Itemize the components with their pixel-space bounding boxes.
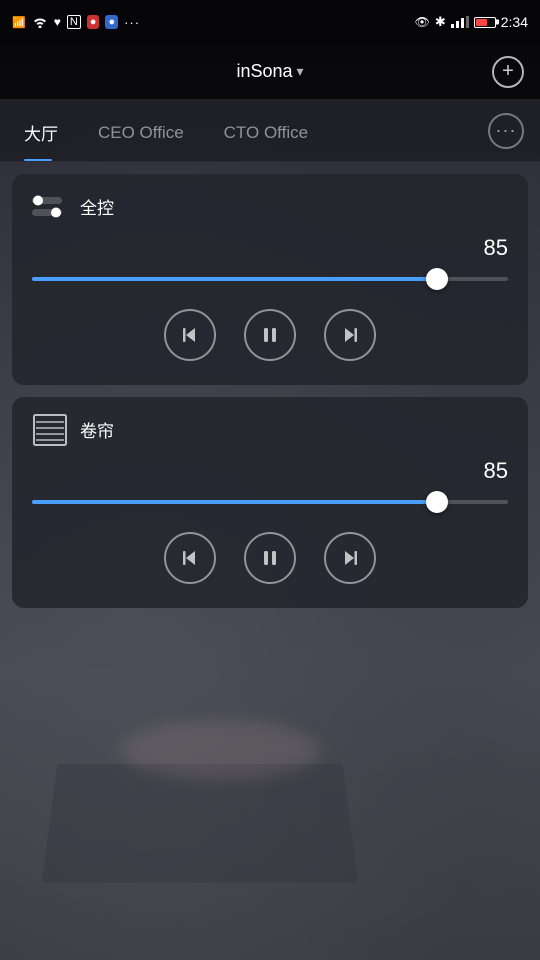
signal-icon xyxy=(451,16,469,28)
status-bar: 📶 ♥ N ● ● ··· 👁 ✱ 2:34 xyxy=(0,0,540,44)
pause-button-1[interactable] xyxy=(244,309,296,361)
notification-icon: N xyxy=(67,15,81,29)
next-button-2[interactable] xyxy=(324,532,376,584)
tab-ceo-office[interactable]: CEO Office xyxy=(78,103,204,159)
juan-lian-transport xyxy=(32,532,508,584)
tab-cto-office[interactable]: CTO Office xyxy=(204,103,328,159)
tab-da-ting[interactable]: 大厅 xyxy=(16,100,78,161)
battery-icon xyxy=(474,17,496,28)
more-dots-icon: ··· xyxy=(124,15,140,30)
juan-lian-value: 85 xyxy=(32,458,508,484)
status-right-icons: 👁 ✱ 2:34 xyxy=(415,14,528,30)
quan-kong-transport xyxy=(32,309,508,361)
prev-button-1[interactable] xyxy=(164,309,216,361)
card-header-2: 卷帘 xyxy=(32,417,508,442)
cards-container: 全控 85 xyxy=(0,162,540,620)
slider-thumb-2[interactable] xyxy=(426,491,448,513)
main-content: 大厅 CEO Office CTO Office ··· 全控 xyxy=(0,100,540,620)
nav-title[interactable]: inSona ▾ xyxy=(236,61,303,82)
quan-kong-icon xyxy=(32,195,68,219)
juan-lian-icon xyxy=(32,418,68,442)
slider-thumb-1[interactable] xyxy=(426,268,448,290)
app2-icon: ● xyxy=(105,15,118,29)
quan-kong-slider[interactable] xyxy=(32,269,508,289)
quan-kong-title: 全控 xyxy=(80,194,114,219)
juan-lian-card: 卷帘 85 xyxy=(12,397,528,608)
bluetooth-icon: ✱ xyxy=(435,14,446,30)
top-nav: inSona ▾ + xyxy=(0,44,540,100)
time-display: 2:34 xyxy=(501,14,528,30)
add-button[interactable]: + xyxy=(492,56,524,88)
juan-lian-title: 卷帘 xyxy=(80,417,114,442)
status-left-icons: 📶 ♥ N ● ● ··· xyxy=(12,15,140,30)
slider-fill-2 xyxy=(32,500,437,504)
card-header-1: 全控 xyxy=(32,194,508,219)
sim-icon: 📶 xyxy=(12,16,26,29)
app1-icon: ● xyxy=(87,15,100,29)
tabs-section: 大厅 CEO Office CTO Office ··· xyxy=(0,100,540,162)
health-icon: ♥ xyxy=(54,15,61,29)
slider-fill-1 xyxy=(32,277,437,281)
next-button-1[interactable] xyxy=(324,309,376,361)
nav-chevron-icon: ▾ xyxy=(297,63,304,80)
quan-kong-card: 全控 85 xyxy=(12,174,528,385)
wifi-icon xyxy=(32,16,48,28)
pause-button-2[interactable] xyxy=(244,532,296,584)
eye-icon: 👁 xyxy=(415,15,430,29)
quan-kong-value: 85 xyxy=(32,235,508,261)
prev-button-2[interactable] xyxy=(164,532,216,584)
app-title: inSona xyxy=(236,61,292,82)
juan-lian-slider[interactable] xyxy=(32,492,508,512)
tab-more-button[interactable]: ··· xyxy=(488,113,524,149)
